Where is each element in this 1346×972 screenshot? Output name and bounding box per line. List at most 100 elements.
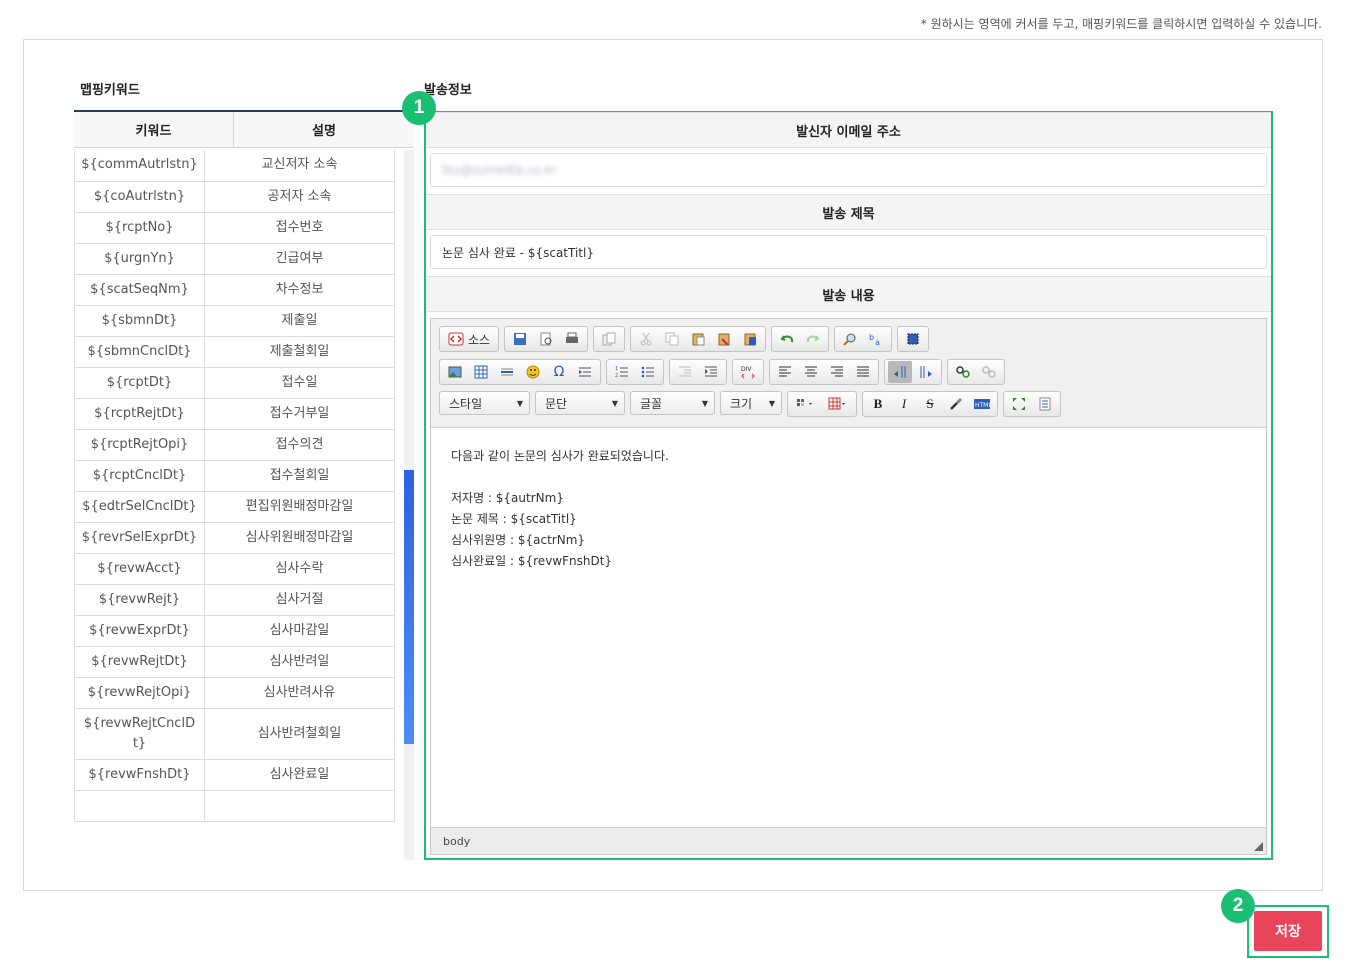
keyword-cell[interactable]: ${revrSelExprDt} <box>74 522 205 554</box>
keyword-cell[interactable]: ${revwRejt} <box>74 584 205 616</box>
keyword-cell[interactable]: ${rcptRejtOpi} <box>74 429 205 461</box>
bullet-list-button[interactable] <box>636 361 660 383</box>
maximize-button[interactable] <box>1007 393 1031 415</box>
size-select[interactable]: 크기 ▼ <box>720 391 782 415</box>
keyword-cell[interactable]: ${commAutrlstn} <box>74 150 205 182</box>
paste-word-button[interactable] <box>738 328 762 350</box>
page-break-button[interactable] <box>573 361 597 383</box>
redo-button[interactable] <box>801 328 825 350</box>
horizontal-rule-button[interactable] <box>495 361 519 383</box>
unlink-button[interactable] <box>977 361 1001 383</box>
chevron-down-icon: ▼ <box>516 398 523 408</box>
style-select[interactable]: 스타일 ▼ <box>439 391 530 415</box>
table-row[interactable]: ${revwFnshDt} 심사완료일 <box>74 759 395 791</box>
preview-button[interactable] <box>534 328 558 350</box>
outdent-button[interactable] <box>673 361 697 383</box>
keyword-cell[interactable]: ${rcptRejtDt} <box>74 398 205 430</box>
font-select[interactable]: 글꼴 ▼ <box>630 391 715 415</box>
strike-button[interactable]: S <box>918 393 942 415</box>
keyword-table-body[interactable]: ${commAutrlstn} 교신저자 소속 ${coAutrlstn} 공저자 소… <box>74 150 414 860</box>
remove-format-button[interactable] <box>944 393 968 415</box>
print-button[interactable] <box>560 328 584 350</box>
table-row[interactable] <box>74 790 395 822</box>
table-row[interactable]: ${rcptCnclDt} 접수철회일 <box>74 460 395 492</box>
editor-content-area[interactable]: 다음과 같이 논문의 심사가 완료되었습니다. 저자명 : ${autrNm} 논문… <box>431 427 1266 827</box>
rtl-button[interactable] <box>914 361 938 383</box>
copy-button[interactable] <box>660 328 684 350</box>
source-button[interactable]: 소스 <box>443 328 495 350</box>
keyword-cell[interactable]: ${revwRejtDt} <box>74 646 205 678</box>
keyword-cell[interactable]: ${rcptNo} <box>74 212 205 244</box>
keyword-cell[interactable]: ${revwFnshDt} <box>74 759 205 791</box>
create-div-button[interactable]: DIV <box>736 361 760 383</box>
keyword-cell[interactable]: ${rcptDt} <box>74 367 205 399</box>
keyword-scrollbar-thumb[interactable] <box>404 470 414 744</box>
keyword-cell[interactable]: ${revwExprDt} <box>74 615 205 647</box>
table-row[interactable]: ${commAutrlstn} 교신저자 소속 <box>74 150 395 182</box>
align-justify-button[interactable] <box>851 361 875 383</box>
bold-button[interactable]: B <box>866 393 890 415</box>
table-row[interactable]: ${revwRejtCnclDt} 심사반려철회일 <box>74 708 395 760</box>
keyword-cell[interactable]: ${rcptCnclDt} <box>74 460 205 492</box>
table-row[interactable]: ${revwRejt} 심사거절 <box>74 584 395 616</box>
resize-handle-icon[interactable] <box>1254 842 1263 851</box>
save-button[interactable]: 저장 <box>1254 911 1322 951</box>
ltr-button[interactable] <box>888 361 912 383</box>
table-row[interactable]: ${revwRejtDt} 심사반려일 <box>74 646 395 678</box>
keyword-cell[interactable]: ${revwAcct} <box>74 553 205 585</box>
keyword-cell[interactable]: ${coAutrlstn} <box>74 181 205 213</box>
image-button[interactable] <box>443 361 467 383</box>
keyword-cell[interactable]: ${sbmnDt} <box>74 305 205 337</box>
special-char-button[interactable]: Ω <box>547 361 571 383</box>
format-select[interactable]: 문단 ▼ <box>535 391 625 415</box>
keyword-scrollbar[interactable] <box>404 150 414 860</box>
keyword-cell[interactable]: ${revwRejtCnclDt} <box>74 708 205 760</box>
find-button[interactable] <box>838 328 862 350</box>
cut-button[interactable] <box>634 328 658 350</box>
keyword-cell[interactable] <box>74 790 205 822</box>
text-color-button[interactable] <box>791 393 821 415</box>
table-row[interactable]: ${revwExprDt} 심사마감일 <box>74 615 395 647</box>
replace-button[interactable]: ba <box>864 328 888 350</box>
align-right-button[interactable] <box>825 361 849 383</box>
indent-button[interactable] <box>699 361 723 383</box>
table-row[interactable]: ${revrSelExprDt} 심사위원배정마감일 <box>74 522 395 554</box>
table-row[interactable]: ${scatSeqNm} 차수정보 <box>74 274 395 306</box>
keyword-cell[interactable]: ${edtrSelCnclDt} <box>74 491 205 523</box>
smiley-button[interactable] <box>521 361 545 383</box>
table-row[interactable]: ${revwRejtOpi} 심사반려사유 <box>74 677 395 709</box>
align-left-button[interactable] <box>773 361 797 383</box>
table-grid-button[interactable] <box>823 393 853 415</box>
align-center-button[interactable] <box>799 361 823 383</box>
keyword-cell[interactable]: ${revwRejtOpi} <box>74 677 205 709</box>
table-row[interactable]: ${sbmnDt} 제출일 <box>74 305 395 337</box>
italic-button[interactable]: I <box>892 393 916 415</box>
table-row[interactable]: ${rcptNo} 접수번호 <box>74 212 395 244</box>
table-row[interactable]: ${sbmnCnclDt} 제출철회일 <box>74 336 395 368</box>
keyword-cell[interactable]: ${sbmnCnclDt} <box>74 336 205 368</box>
table-button[interactable] <box>469 361 493 383</box>
table-row[interactable]: ${rcptRejtDt} 접수거부일 <box>74 398 395 430</box>
paste-text-button[interactable] <box>712 328 736 350</box>
undo-button[interactable] <box>775 328 799 350</box>
templates-button[interactable] <box>597 328 621 350</box>
select-all-button[interactable] <box>901 328 925 350</box>
keyword-cell[interactable]: ${urgnYn} <box>74 243 205 275</box>
numbered-list-button[interactable]: 12 <box>610 361 634 383</box>
table-row[interactable]: ${rcptRejtOpi} 접수의견 <box>74 429 395 461</box>
table-row[interactable]: ${coAutrlstn} 공저자 소속 <box>74 181 395 213</box>
link-button[interactable] <box>951 361 975 383</box>
table-row[interactable]: ${rcptDt} 접수일 <box>74 367 395 399</box>
subject-field[interactable]: 논문 심사 완료 - ${scatTitl} <box>430 235 1267 269</box>
source-group: 소스 <box>439 326 500 352</box>
show-blocks-button[interactable] <box>1033 393 1057 415</box>
save-doc-button[interactable] <box>508 328 532 350</box>
sender-email-field[interactable]: tks@sumedia.co.kr <box>430 153 1267 187</box>
keyword-cell[interactable]: ${scatSeqNm} <box>74 274 205 306</box>
table-row[interactable]: ${urgnYn} 긴급여부 <box>74 243 395 275</box>
element-path[interactable]: body <box>443 835 470 848</box>
html-insert-button[interactable]: HTML <box>970 393 994 415</box>
paste-button[interactable] <box>686 328 710 350</box>
table-row[interactable]: ${revwAcct} 심사수락 <box>74 553 395 585</box>
table-row[interactable]: ${edtrSelCnclDt} 편집위원배정마감일 <box>74 491 395 523</box>
